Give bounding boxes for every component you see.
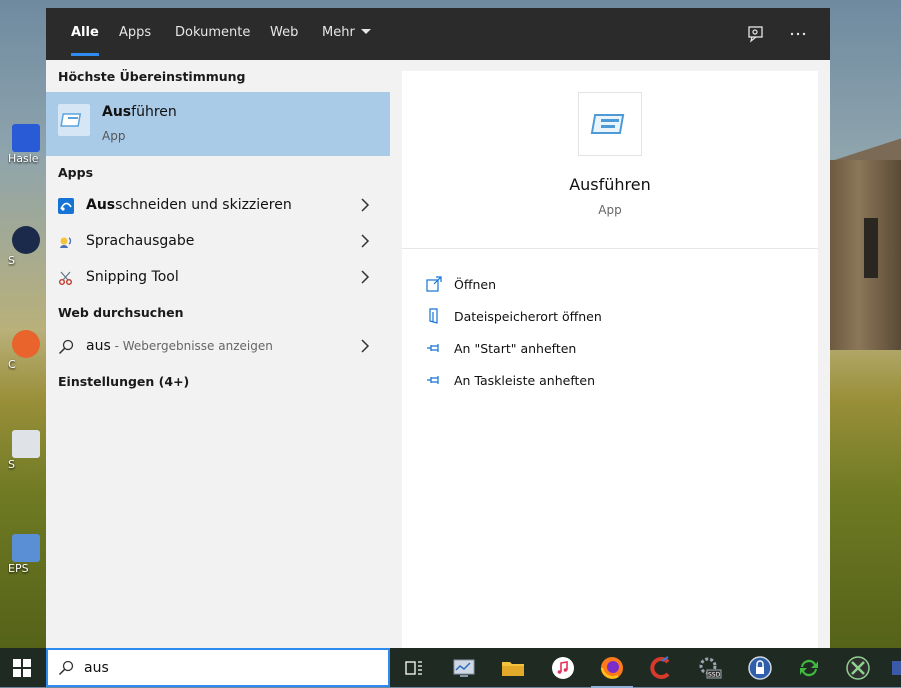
results-pane: Höchste Übereinstimmung Ausführen App Ap… bbox=[46, 60, 390, 648]
desktop-icon-label: S bbox=[8, 458, 15, 471]
gear-ssd-icon: SSD bbox=[699, 657, 722, 679]
taskbar-keepass[interactable] bbox=[747, 655, 773, 681]
desktop-icon-label: S bbox=[8, 254, 15, 267]
tab-mehr[interactable]: Mehr bbox=[322, 8, 371, 60]
open-icon bbox=[426, 276, 442, 292]
desktop-icon-label: EPS bbox=[8, 562, 29, 575]
xbox-icon bbox=[846, 656, 870, 680]
more-options-button[interactable] bbox=[784, 20, 812, 48]
pin-icon bbox=[427, 376, 439, 384]
feedback-button[interactable] bbox=[742, 20, 770, 48]
file-icon bbox=[12, 430, 40, 458]
action-pin-taskbar[interactable]: An Taskleiste anheften bbox=[426, 369, 786, 393]
best-match-item[interactable]: Ausführen App bbox=[46, 92, 390, 156]
system-monitor-icon bbox=[453, 659, 475, 677]
preview-pane: Ausführen App Öffnen Dateispeicherort öf… bbox=[402, 71, 818, 648]
taskbar-app-partial[interactable] bbox=[890, 655, 901, 681]
filter-tab-bar: Alle Apps Dokumente Web Mehr bbox=[46, 8, 830, 60]
app-result-sprachausgabe[interactable]: Sprachausgabe bbox=[46, 225, 390, 259]
task-view-button[interactable] bbox=[401, 655, 427, 681]
taskbar-ccleaner[interactable] bbox=[648, 655, 674, 681]
chevron-right-icon[interactable] bbox=[360, 234, 370, 248]
action-label: Öffnen bbox=[454, 277, 496, 292]
action-pin-start[interactable]: An "Start" anheften bbox=[426, 337, 786, 361]
app-icon bbox=[892, 661, 901, 675]
more-dots-icon bbox=[790, 32, 806, 36]
best-match-heading: Höchste Übereinstimmung bbox=[58, 69, 246, 84]
tab-dokumente[interactable]: Dokumente bbox=[175, 8, 250, 60]
ccleaner-icon bbox=[650, 656, 670, 679]
sync-icon bbox=[800, 659, 818, 677]
taskbar-sync[interactable] bbox=[796, 655, 822, 681]
music-icon bbox=[552, 657, 574, 679]
taskbar-app[interactable] bbox=[451, 655, 477, 681]
desktop-icon[interactable]: S bbox=[8, 226, 44, 267]
app-result-label: Snipping Tool bbox=[86, 269, 179, 285]
chevron-down-icon bbox=[360, 29, 371, 34]
settings-heading[interactable]: Einstellungen (4+) bbox=[58, 374, 189, 389]
task-view-icon bbox=[405, 661, 422, 675]
desktop-icon-label: Hasle bbox=[8, 152, 39, 165]
taskbar-search-box[interactable] bbox=[46, 648, 390, 687]
search-input[interactable] bbox=[84, 657, 374, 679]
action-open-file-location[interactable]: Dateispeicherort öffnen bbox=[426, 305, 786, 329]
desktop-icon[interactable]: C bbox=[8, 330, 44, 371]
app-result-label: Ausschneiden und skizzieren bbox=[86, 197, 292, 213]
taskbar-ssd-tool[interactable]: SSD bbox=[697, 655, 723, 681]
taskbar-firefox[interactable] bbox=[591, 655, 633, 688]
desktop-icon[interactable]: Hasle bbox=[8, 124, 44, 165]
app-icon bbox=[12, 330, 40, 358]
desktop-icons: Hasle S C S EPS bbox=[0, 0, 46, 648]
chevron-right-icon[interactable] bbox=[360, 339, 370, 353]
app-result-label: Sprachausgabe bbox=[86, 233, 195, 249]
desktop-icon[interactable]: EPS bbox=[8, 534, 44, 575]
search-icon bbox=[58, 660, 74, 676]
taskbar-file-explorer[interactable] bbox=[500, 655, 526, 681]
taskbar-itunes[interactable] bbox=[550, 655, 576, 681]
lock-icon bbox=[748, 656, 772, 680]
best-match-type: App bbox=[102, 129, 126, 143]
feedback-icon bbox=[748, 26, 763, 43]
web-search-label: aus - Webergebnisse anzeigen bbox=[86, 338, 273, 354]
chevron-right-icon[interactable] bbox=[360, 198, 370, 212]
firefox-icon bbox=[600, 657, 623, 679]
snip-sketch-icon bbox=[58, 198, 74, 214]
run-icon bbox=[58, 104, 90, 136]
action-label: Dateispeicherort öffnen bbox=[454, 309, 602, 324]
action-label: An Taskleiste anheften bbox=[454, 373, 596, 388]
best-match-title: Ausführen bbox=[102, 104, 177, 120]
tab-alle[interactable]: Alle bbox=[71, 8, 99, 60]
scissors-icon bbox=[59, 271, 72, 285]
printer-icon bbox=[12, 534, 40, 562]
app-icon bbox=[12, 226, 40, 254]
start-button[interactable] bbox=[0, 648, 46, 687]
search-flyout: Alle Apps Dokumente Web Mehr Höchste Übe… bbox=[46, 8, 830, 648]
taskbar-app[interactable] bbox=[845, 655, 871, 681]
preview-title: Ausführen bbox=[569, 175, 651, 194]
app-result-ausschneiden[interactable]: Ausschneiden und skizzieren bbox=[46, 189, 390, 223]
divider bbox=[402, 248, 818, 249]
windows-logo-icon bbox=[13, 659, 31, 677]
web-search-heading: Web durchsuchen bbox=[58, 305, 184, 320]
search-icon bbox=[58, 339, 74, 355]
svg-text:SSD: SSD bbox=[708, 672, 721, 679]
web-search-result[interactable]: aus - Webergebnisse anzeigen bbox=[46, 330, 390, 364]
pin-icon bbox=[427, 344, 439, 352]
narrator-icon bbox=[60, 237, 72, 248]
tab-apps[interactable]: Apps bbox=[119, 8, 151, 60]
word-document-icon bbox=[12, 124, 40, 152]
action-open[interactable]: Öffnen bbox=[426, 273, 786, 297]
run-icon bbox=[578, 92, 642, 156]
desktop-icon[interactable]: S bbox=[8, 430, 44, 471]
app-result-snipping-tool[interactable]: Snipping Tool bbox=[46, 261, 390, 295]
folder-icon bbox=[502, 662, 524, 676]
preview-subtitle: App bbox=[598, 203, 622, 217]
action-label: An "Start" anheften bbox=[454, 341, 577, 356]
apps-heading: Apps bbox=[58, 165, 94, 180]
chevron-right-icon[interactable] bbox=[360, 270, 370, 284]
file-location-icon bbox=[429, 308, 438, 324]
desktop-icon-label: C bbox=[8, 358, 16, 371]
barn-window bbox=[864, 218, 878, 278]
tab-web[interactable]: Web bbox=[270, 8, 298, 60]
